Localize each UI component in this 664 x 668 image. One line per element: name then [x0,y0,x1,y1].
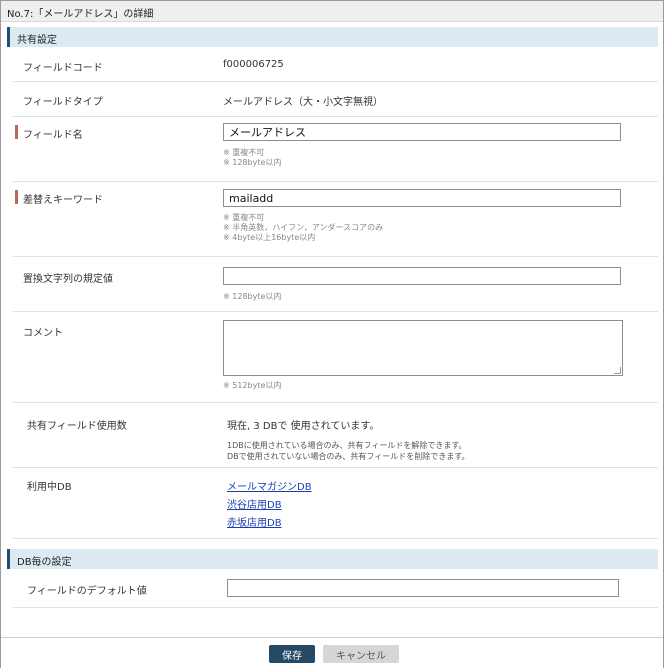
comment-textarea[interactable] [223,320,623,376]
note-line: ※ 4byte以上16byte以内 [223,233,316,242]
field-code-label: フィールドコード [23,63,103,74]
used-db-link-akasaka[interactable]: 赤坂店用DB [227,514,282,529]
row-field-code: フィールドコード f000006725 [13,47,658,82]
row-used-db: 利用中DB メールマガジンDB 渋谷店用DB 赤坂店用DB [13,468,658,539]
default-value-input[interactable] [227,579,619,597]
comment-label: コメント [23,328,63,339]
section-header-common: 共有設定 [7,27,658,47]
required-marker [15,125,18,139]
row-field-type: フィールドタイプ メールアドレス（大・小文字無視） [13,82,658,117]
field-name-input[interactable] [223,123,621,141]
shared-usage-value: 現在, 3 DBで 使用されています。 [227,421,380,432]
row-shared-usage: 共有フィールド使用数 現在, 3 DBで 使用されています。 1DBに使用されて… [13,403,658,468]
row-field-name: フィールド名 ※ 重複不可 ※ 128byte以内 [13,117,658,182]
footer-bar: 保存 キャンセル [1,637,663,668]
section-accent-bar [7,27,10,47]
note-line: ※ 128byte以内 [223,292,282,301]
note-line: ※ 重複不可 [223,213,265,222]
section-title: 共有設定 [17,35,57,46]
field-code-value: f000006725 [223,59,284,70]
row-keyword: 差替えキーワード ※ 重複不可 ※ 半角英数，ハイフン，アンダースコアのみ ※ … [13,182,658,257]
keyword-input[interactable] [223,189,621,207]
row-comment: コメント ※ 512byte以内 [13,312,658,403]
shared-usage-info: 現在, 3 DBで 使用されています。 1DBに使用されている場合のみ、共有フィ… [227,417,469,462]
used-db-label: 利用中DB [27,482,72,493]
note-line: ※ 512byte以内 [223,381,282,390]
title-bar: No.7:「メールアドレス」の詳細 [1,1,663,22]
detail-window: No.7:「メールアドレス」の詳細 共有設定 フィールドコード f0000067… [0,0,664,668]
field-type-label: フィールドタイプ [23,97,103,108]
section-accent-bar [7,549,10,569]
cancel-button[interactable]: キャンセル [323,645,399,663]
note-line: DBで使用されていない場合のみ、共有フィールドを削除できます。 [227,452,470,461]
save-button[interactable]: 保存 [269,645,315,663]
field-name-note: ※ 重複不可 ※ 128byte以内 [223,148,281,168]
default-replace-note: ※ 128byte以内 [223,292,281,302]
note-line: ※ 128byte以内 [223,158,282,167]
default-replace-input[interactable] [223,267,621,285]
default-replace-label: 置換文字列の規定値 [23,274,113,285]
row-default-value: フィールドのデフォルト値 [13,569,658,608]
default-value-label: フィールドのデフォルト値 [27,586,147,597]
field-type-value: メールアドレス（大・小文字無視） [223,97,383,108]
shared-usage-notes: 1DBに使用されている場合のみ、共有フィールドを解除できます。 DBで使用されて… [227,440,469,462]
section-title: DB毎の設定 [17,557,72,568]
section-header-per-db: DB毎の設定 [7,549,658,569]
keyword-note: ※ 重複不可 ※ 半角英数，ハイフン，アンダースコアのみ ※ 4byte以上16… [223,213,383,243]
used-db-link-shibuya[interactable]: 渋谷店用DB [227,496,282,511]
shared-usage-label: 共有フィールド使用数 [27,421,127,432]
window-title: No.7:「メールアドレス」の詳細 [7,9,154,20]
note-line: ※ 重複不可 [223,148,265,157]
row-default-replace: 置換文字列の規定値 ※ 128byte以内 [13,257,658,312]
note-line: 1DBに使用されている場合のみ、共有フィールドを解除できます。 [227,441,467,450]
field-name-label: フィールド名 [23,130,83,141]
keyword-label: 差替えキーワード [23,195,103,206]
comment-note: ※ 512byte以内 [223,381,281,391]
used-db-link-mailmagazine[interactable]: メールマガジンDB [227,478,312,493]
required-marker [15,190,18,204]
resize-grip-icon[interactable] [614,367,621,374]
note-line: ※ 半角英数，ハイフン，アンダースコアのみ [223,223,384,232]
